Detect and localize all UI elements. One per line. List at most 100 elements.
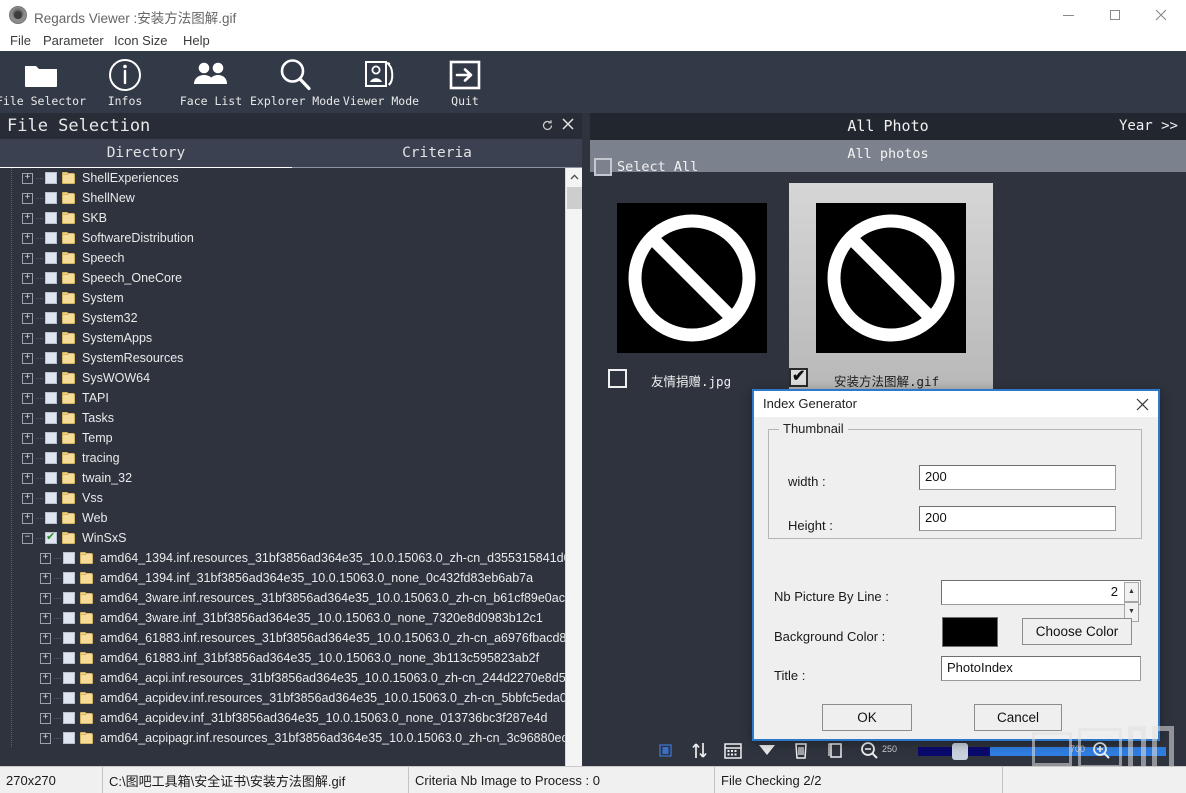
tree-item[interactable]: + amd64_1394.inf.resources_31bf3856ad364e… xyxy=(0,548,565,568)
calendar-icon[interactable] xyxy=(722,739,744,761)
tree-checkbox[interactable] xyxy=(45,432,57,444)
tree-expander-icon[interactable]: + xyxy=(22,212,33,224)
toolbar-infos[interactable]: Infos xyxy=(84,51,166,113)
tree-item[interactable]: + amd64_1394.inf_31bf3856ad364e35_10.0.15… xyxy=(0,568,565,588)
tree-checkbox[interactable] xyxy=(45,472,57,484)
toolbar-face-list[interactable]: Face List xyxy=(170,51,252,113)
tree-expander-icon[interactable]: + xyxy=(22,172,33,184)
tree-expander-icon[interactable]: + xyxy=(40,592,51,604)
tree-item[interactable]: + ShellExperiences xyxy=(0,168,565,188)
tree-item[interactable]: + amd64_3ware.inf.resources_31bf3856ad364… xyxy=(0,588,565,608)
width-input[interactable]: 200 xyxy=(919,465,1116,490)
tab-criteria[interactable]: Criteria xyxy=(292,139,582,167)
toolbar-file-selector[interactable]: File Selector xyxy=(0,51,86,113)
triangle-down-icon[interactable] xyxy=(756,739,778,761)
toolbar-viewer-mode[interactable]: Viewer Mode xyxy=(340,51,422,113)
tree-expander-icon[interactable]: + xyxy=(22,412,33,424)
thumbnail-checkbox[interactable] xyxy=(789,366,808,387)
tree-item[interactable]: + ShellNew xyxy=(0,188,565,208)
tree-item[interactable]: + Speech xyxy=(0,248,565,268)
ok-button[interactable]: OK xyxy=(822,704,912,731)
tree-expander-icon[interactable]: + xyxy=(22,512,33,524)
zoom-in-icon[interactable] xyxy=(1090,739,1112,761)
tree-expander-icon[interactable]: + xyxy=(40,712,51,724)
tree-expander-icon[interactable]: + xyxy=(22,252,33,264)
tree-expander-icon[interactable]: + xyxy=(22,472,33,484)
tree-viewport[interactable]: + ShellExperiences + ShellNew + SKB + SoftwareD… xyxy=(0,168,565,793)
cancel-button[interactable]: Cancel xyxy=(974,704,1062,731)
tree-item[interactable]: + TAPI xyxy=(0,388,565,408)
menu-file[interactable]: File xyxy=(5,32,36,49)
tree-item[interactable]: + amd64_acpidev.inf_31bf3856ad364e35_10.0… xyxy=(0,708,565,728)
tree-checkbox[interactable] xyxy=(45,492,57,504)
tree-item[interactable]: + amd64_acpi.inf.resources_31bf3856ad364e… xyxy=(0,668,565,688)
year-nav-button[interactable]: Year >> xyxy=(1119,118,1178,134)
tree-item[interactable]: + SoftwareDistribution xyxy=(0,228,565,248)
menu-parameter[interactable]: Parameter xyxy=(38,32,109,49)
menu-icon-size[interactable]: Icon Size xyxy=(109,32,172,49)
tree-checkbox[interactable] xyxy=(63,692,75,704)
scrollbar-thumb[interactable] xyxy=(567,187,582,209)
title-input[interactable]: PhotoIndex xyxy=(941,656,1141,681)
tree-checkbox[interactable] xyxy=(63,732,75,744)
toolbar-explorer-mode[interactable]: Explorer Mode xyxy=(250,51,340,113)
tree-checkbox[interactable] xyxy=(45,272,57,284)
tree-checkbox[interactable] xyxy=(45,372,57,384)
list-icon[interactable] xyxy=(654,739,676,761)
tree-item[interactable]: + SystemResources xyxy=(0,348,565,368)
tree-checkbox[interactable] xyxy=(45,512,57,524)
tree-checkbox[interactable] xyxy=(45,452,57,464)
tree-expander-icon[interactable]: + xyxy=(22,292,33,304)
tree-checkbox[interactable] xyxy=(63,652,75,664)
tree-expander-icon[interactable]: + xyxy=(22,312,33,324)
tree-checkbox[interactable] xyxy=(45,252,57,264)
tree-item[interactable]: + SysWOW64 xyxy=(0,368,565,388)
tree-item[interactable]: + Speech_OneCore xyxy=(0,268,565,288)
tree-checkbox[interactable] xyxy=(45,530,57,544)
tree-item[interactable]: + amd64_acpidev.inf.resources_31bf3856ad3… xyxy=(0,688,565,708)
tree-expander-icon[interactable]: − xyxy=(22,532,33,544)
tree-checkbox[interactable] xyxy=(45,412,57,424)
tree-expander-icon[interactable]: + xyxy=(22,352,33,364)
tree-item[interactable]: + twain_32 xyxy=(0,468,565,488)
thumbnail-checkbox[interactable] xyxy=(608,369,627,388)
zoom-out-icon[interactable] xyxy=(858,739,880,761)
tree-checkbox[interactable] xyxy=(63,552,75,564)
tree-expander-icon[interactable]: + xyxy=(40,612,51,624)
tree-item[interactable]: + Tasks xyxy=(0,408,565,428)
tree-expander-icon[interactable]: + xyxy=(22,372,33,384)
spinner-buttons[interactable]: ▲ ▼ xyxy=(1124,582,1139,622)
refresh-icon[interactable] xyxy=(541,119,554,137)
tree-item[interactable]: + tracing xyxy=(0,448,565,468)
nb-picture-by-line-input[interactable]: 2 ▲ ▼ xyxy=(941,580,1141,622)
tree-checkbox[interactable] xyxy=(63,672,75,684)
copy-icon[interactable] xyxy=(824,739,846,761)
tree-checkbox[interactable] xyxy=(63,612,75,624)
tree-expander-icon[interactable]: + xyxy=(22,492,33,504)
tree-checkbox[interactable] xyxy=(63,632,75,644)
toolbar-quit[interactable]: Quit xyxy=(424,51,506,113)
tree-checkbox[interactable] xyxy=(45,332,57,344)
tree-item[interactable]: + Vss xyxy=(0,488,565,508)
height-input[interactable]: 200 xyxy=(919,506,1116,531)
tree-item[interactable]: + System32 xyxy=(0,308,565,328)
tree-checkbox[interactable] xyxy=(45,232,57,244)
sort-updown-icon[interactable] xyxy=(688,739,710,761)
tree-checkbox[interactable] xyxy=(45,352,57,364)
tree-expander-icon[interactable]: + xyxy=(22,232,33,244)
tree-checkbox[interactable] xyxy=(63,572,75,584)
tree-checkbox[interactable] xyxy=(63,712,75,724)
tree-item[interactable]: + amd64_61883.inf.resources_31bf3856ad364… xyxy=(0,628,565,648)
tree-item[interactable]: + SKB xyxy=(0,208,565,228)
tree-vertical-scrollbar[interactable] xyxy=(565,168,582,793)
tree-item[interactable]: + amd64_3ware.inf_31bf3856ad364e35_10.0.1… xyxy=(0,608,565,628)
tree-expander-icon[interactable]: + xyxy=(22,432,33,444)
trash-icon[interactable] xyxy=(790,739,812,761)
tree-item[interactable]: + amd64_61883.inf_31bf3856ad364e35_10.0.1… xyxy=(0,648,565,668)
tree-expander-icon[interactable]: + xyxy=(40,672,51,684)
tree-expander-icon[interactable]: + xyxy=(40,652,51,664)
close-button[interactable] xyxy=(1138,0,1184,30)
panel-close-icon[interactable] xyxy=(562,118,574,132)
tree-expander-icon[interactable]: + xyxy=(22,192,33,204)
tree-checkbox[interactable] xyxy=(63,592,75,604)
